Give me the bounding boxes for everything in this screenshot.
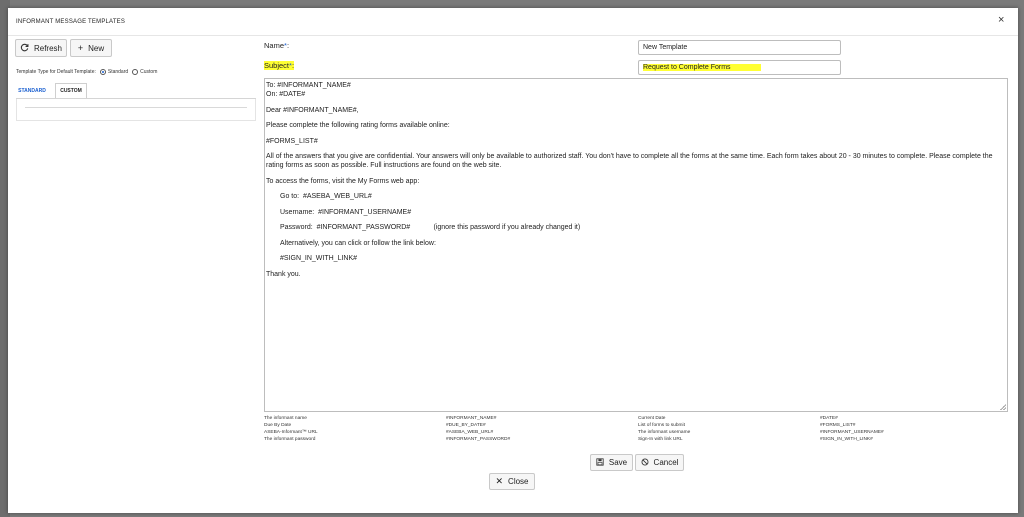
- cancel-icon: [641, 458, 649, 468]
- standard-radio[interactable]: [99, 69, 106, 75]
- subject-value: Request to Complete Forms: [643, 64, 761, 71]
- template-type-row: Template Type for Default Template: Stan…: [16, 69, 157, 75]
- message-body-textarea[interactable]: To: #INFORMANT_NAME# On: #DATE# Dear #INFO…: [264, 78, 1008, 412]
- placeholder-description: The informant username: [638, 430, 691, 435]
- informant-message-templates-dialog: INFORMANT MESSAGE TEMPLATES × Refresh + …: [8, 8, 1018, 513]
- plus-icon: +: [77, 42, 84, 53]
- placeholder-token: #INFORMANT_PASSWORD#: [446, 437, 511, 442]
- dialog-title: INFORMANT MESSAGE TEMPLATES: [16, 19, 126, 25]
- template-list-empty-row: [25, 107, 247, 108]
- save-label: Save: [608, 458, 628, 467]
- placeholder-description: Due By Date: [264, 423, 292, 428]
- placeholder-token: #SIGN_IN_WITH_LINK#: [820, 437, 873, 442]
- placeholder-description: The informant name: [264, 416, 307, 421]
- placeholder-tokens-col1: #INFORMANT_NAME# #DUE_BY_DATE# #ASEBA_WEB_…: [446, 415, 510, 443]
- placeholder-token: #ASEBA_WEB_URL#: [446, 430, 494, 435]
- name-label: Name*:: [264, 41, 289, 50]
- name-input[interactable]: New Template: [638, 40, 841, 55]
- placeholder-description: List of forms to submit: [638, 423, 685, 428]
- custom-radio-label: Custom: [140, 69, 158, 75]
- message-body-text: To: #INFORMANT_NAME# On: #DATE# Dear #INFO…: [266, 81, 1006, 285]
- placeholder-descriptions-col1: The informant name Due By Date ASEBA-Infor…: [264, 415, 318, 443]
- title-divider: [8, 35, 1018, 36]
- placeholder-token: #INFORMANT_NAME#: [446, 416, 497, 421]
- cancel-button[interactable]: Cancel: [635, 454, 684, 471]
- message-line: #FORMS_LIST#: [266, 137, 318, 145]
- message-line: Go to: #ASEBA_WEB_URL#: [280, 193, 372, 200]
- subject-label-suffix: :: [291, 61, 295, 70]
- message-line: To access the forms, visit the My Forms …: [266, 177, 420, 185]
- placeholder-description: Current Date: [638, 416, 666, 421]
- placeholder-token: #DUE_BY_DATE#: [446, 423, 486, 428]
- message-line: All of the answers that you give are con…: [266, 153, 995, 169]
- tab-custom[interactable]: CUSTOM: [55, 83, 87, 98]
- message-line: Username: #INFORMANT_USERNAME#: [280, 208, 412, 216]
- new-label: New: [88, 43, 105, 53]
- message-line: Please complete the following rating for…: [266, 122, 450, 129]
- placeholder-description: ASEBA-Informant™ URL: [264, 430, 318, 435]
- close-icon[interactable]: ×: [998, 14, 1004, 26]
- standard-radio-label: Standard: [107, 69, 129, 75]
- refresh-button[interactable]: Refresh: [15, 39, 67, 57]
- close-label: Close: [508, 477, 529, 486]
- message-line: Dear #INFORMANT_NAME#,: [266, 106, 359, 114]
- message-line: Thank you.: [266, 270, 301, 278]
- resize-grip-icon[interactable]: [1000, 404, 1006, 410]
- template-list-panel: [16, 99, 256, 121]
- placeholder-description: The informant password: [264, 437, 316, 442]
- close-x-icon: ✕: [495, 476, 504, 486]
- refresh-label: Refresh: [33, 43, 62, 53]
- refresh-icon: [20, 43, 29, 54]
- subject-label-text: Subject: [264, 61, 290, 70]
- placeholder-description: Sign-In with link URL: [638, 437, 683, 442]
- tab-standard[interactable]: STANDARD: [16, 83, 48, 98]
- template-type-label: Template Type for Default Template:: [16, 69, 96, 75]
- message-line: Alternatively, you can click or follow t…: [280, 239, 436, 247]
- save-button[interactable]: Save: [590, 454, 633, 471]
- placeholder-descriptions-col2: Current Date List of forms to submit The i…: [638, 415, 690, 443]
- custom-radio[interactable]: [132, 69, 139, 75]
- message-line: On: #DATE#: [266, 91, 306, 98]
- placeholder-token: #INFORMANT_USERNAME#: [820, 430, 884, 435]
- name-label-suffix: :: [286, 41, 290, 50]
- new-button[interactable]: + New: [70, 39, 112, 57]
- message-line: Password: #INFORMANT_PASSWORD# (ignore t…: [280, 224, 581, 231]
- message-line: #SIGN_IN_WITH_LINK#: [280, 255, 358, 262]
- placeholder-token: #FORMS_LIST#: [820, 423, 856, 428]
- placeholder-tokens-col2: #DATE# #FORMS_LIST# #INFORMANT_USERNAME# #S…: [820, 415, 884, 443]
- save-icon: [596, 457, 604, 468]
- message-line: To: #INFORMANT_NAME#: [266, 82, 351, 89]
- cancel-label: Cancel: [653, 458, 679, 467]
- close-button[interactable]: ✕ Close: [489, 473, 535, 490]
- name-label-text: Name: [264, 41, 285, 50]
- placeholder-token: #DATE#: [820, 416, 838, 421]
- subject-label: Subject*:: [264, 61, 295, 70]
- subject-input[interactable]: Request to Complete Forms: [638, 60, 841, 75]
